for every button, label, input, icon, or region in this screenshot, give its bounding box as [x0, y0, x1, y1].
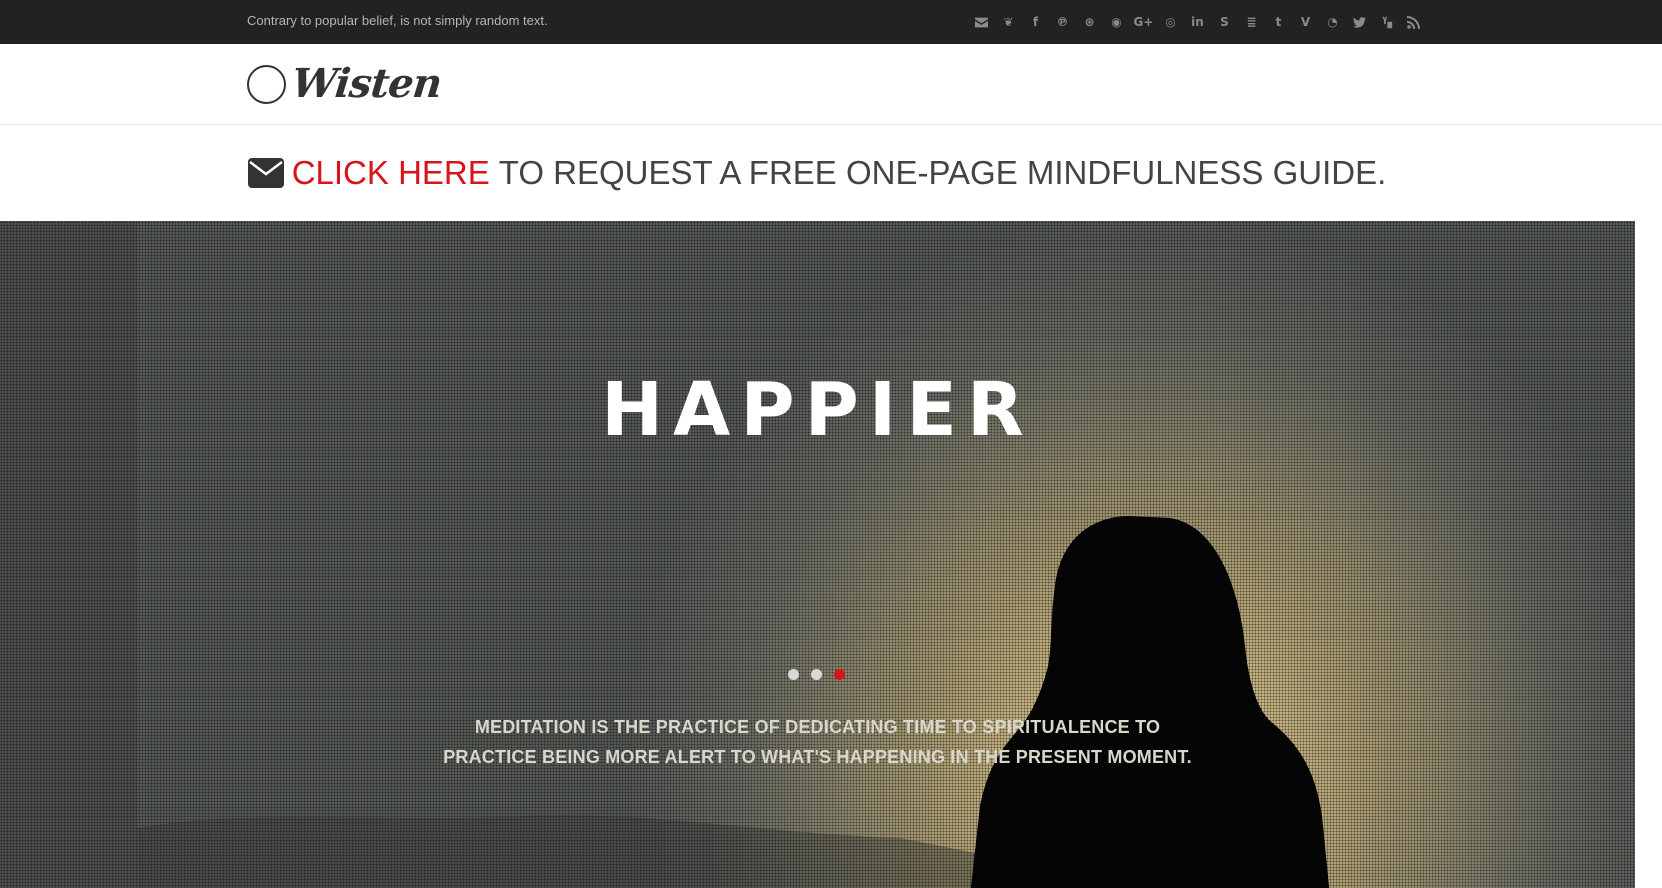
envelope-icon[interactable] — [968, 11, 995, 33]
hero-dot-overlay — [0, 221, 1635, 888]
slider-dot-active[interactable] — [834, 669, 845, 680]
facebook-icon[interactable]: f — [1022, 11, 1049, 33]
pinterest-icon[interactable]: ℗ — [1049, 11, 1076, 33]
logo-circle-icon — [247, 64, 286, 104]
stack-icon[interactable]: ≣ — [1238, 11, 1265, 33]
weibo-icon[interactable]: ◔ — [1319, 11, 1346, 33]
top-bar: Contrary to popular belief, is not simpl… — [0, 0, 1662, 44]
promo-banner: CLICK HERE TO REQUEST A FREE ONE-PAGE MI… — [0, 125, 1662, 221]
hero-caption: MEDITATION IS THE PRACTICE OF DEDICATING… — [0, 712, 1635, 772]
envelope-icon — [247, 158, 284, 188]
skype-icon[interactable]: S — [1211, 11, 1238, 33]
youtube-icon[interactable] — [1373, 11, 1400, 33]
instagram-icon[interactable]: ◎ — [1157, 11, 1184, 33]
request-guide-link[interactable]: CLICK HERE — [292, 154, 490, 192]
vimeo-icon[interactable]: V — [1292, 11, 1319, 33]
linkedin-icon[interactable]: in — [1184, 11, 1211, 33]
social-links: ❦ f ℗ ⊛ ◉ G+ ◎ in S ≣ t V ◔ — [968, 11, 1427, 33]
google-plus-icon[interactable]: G+ — [1130, 11, 1157, 33]
hero-caption-line: PRACTICE BEING MORE ALERT TO WHAT'S HAPP… — [443, 747, 1192, 767]
hero-title: HAPPIER — [601, 371, 1034, 435]
hero-slider — [0, 221, 1635, 888]
slider-pagination — [788, 669, 845, 680]
topbar-tagline: Contrary to popular belief, is not simpl… — [247, 13, 548, 28]
twitter-icon[interactable] — [1346, 11, 1373, 33]
github-icon[interactable]: ◉ — [1103, 11, 1130, 33]
hero-caption-line: MEDITATION IS THE PRACTICE OF DEDICATING… — [474, 717, 1161, 737]
rss-icon[interactable] — [1400, 11, 1427, 33]
promo-text: TO REQUEST A FREE ONE-PAGE MINDFULNESS G… — [498, 154, 1387, 191]
drupal-icon[interactable]: ❦ — [995, 11, 1022, 33]
promo-content: CLICK HERE TO REQUEST A FREE ONE-PAGE MI… — [247, 154, 1387, 192]
tumblr-icon[interactable]: t — [1265, 11, 1292, 33]
site-logo[interactable]: Wisten — [247, 60, 444, 108]
logo-text: Wisten — [289, 60, 444, 107]
slider-dot[interactable] — [811, 669, 822, 680]
dribbble-icon[interactable]: ⊛ — [1076, 11, 1103, 33]
slider-dot[interactable] — [788, 669, 799, 680]
site-header: Wisten — [0, 44, 1662, 125]
